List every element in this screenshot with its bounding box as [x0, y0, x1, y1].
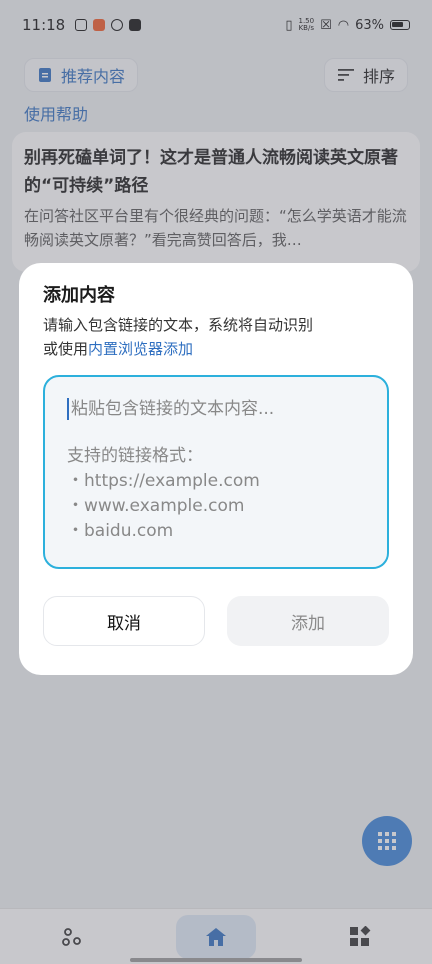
- format-item: ・https://example.com: [67, 471, 260, 491]
- add-button[interactable]: 添加: [227, 596, 389, 646]
- dialog-desc-line1: 请输入包含链接的文本，系统将自动识别: [43, 316, 314, 334]
- builtin-browser-link[interactable]: 内置浏览器添加: [88, 340, 193, 358]
- dialog-title: 添加内容: [43, 285, 115, 306]
- cancel-button[interactable]: 取消: [43, 596, 205, 646]
- dialog-description: 请输入包含链接的文本，系统将自动识别 或使用内置浏览器添加: [43, 313, 389, 361]
- dialog-desc-line2: 或使用内置浏览器添加: [43, 337, 389, 361]
- input-placeholder-line: 粘贴包含链接的文本内容...: [67, 397, 365, 422]
- link-text-input[interactable]: 粘贴包含链接的文本内容... 支持的链接格式： ・https://example…: [43, 375, 389, 569]
- formats-title: 支持的链接格式：: [67, 446, 203, 466]
- format-item: ・baidu.com: [67, 521, 174, 541]
- dialog-desc-prefix: 或使用: [43, 340, 89, 358]
- input-placeholder: 粘贴包含链接的文本内容...: [71, 399, 275, 419]
- text-cursor: [67, 398, 69, 420]
- format-item: ・www.example.com: [67, 496, 245, 516]
- add-content-dialog: 添加内容 请输入包含链接的文本，系统将自动识别 或使用内置浏览器添加 粘贴包含链…: [19, 263, 413, 675]
